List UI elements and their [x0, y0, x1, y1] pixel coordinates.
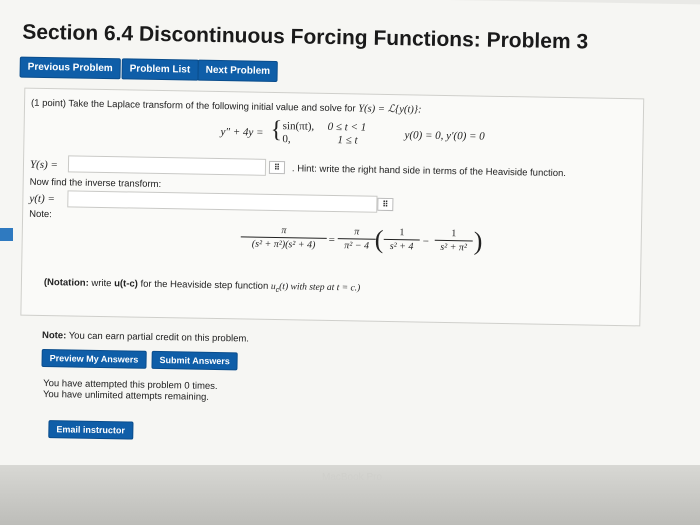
note-fraction-3: 1 s² + 4 [383, 227, 420, 253]
ys-label: Y(s) = [29, 158, 58, 172]
yt-answer-input[interactable] [67, 190, 378, 213]
note-label: Note: [29, 208, 52, 221]
hint-text: . Hint: write the right hand side in ter… [291, 163, 567, 180]
submit-answers-button[interactable]: Submit Answers [151, 350, 238, 371]
partial-credit-note: Note: You can earn partial credit on thi… [41, 329, 250, 345]
note-fraction-4: 1 s² + π² [434, 228, 473, 254]
inverse-prompt: Now find the inverse transform: [29, 176, 162, 191]
equation-editor-icon[interactable]: ⠿ [377, 197, 394, 212]
piece1-cond: 0 ≤ t < 1 [327, 120, 367, 134]
bezel-label: MacBook Pro [322, 472, 383, 483]
note-minus: − [422, 235, 430, 248]
close-paren: ) [473, 226, 483, 256]
piece2-cond: 1 ≤ t [337, 134, 358, 147]
ode-lhs: y″ + 4y = [220, 126, 264, 139]
note-fraction-1: π (s² + π²)(s² + 4) [240, 224, 327, 251]
yt-label: y(t) = [29, 192, 55, 206]
problem-statement: (1 point) Take the Laplace transform of … [30, 97, 422, 116]
note-equals: = [328, 233, 336, 247]
notation-note: (Notation: write u(t-c) for the Heavisid… [43, 276, 361, 294]
note-fraction-2: π π² − 4 [337, 226, 376, 252]
page-title: Section 6.4 Discontinuous Forcing Functi… [22, 20, 589, 54]
equation-editor-icon[interactable]: ⠿ [268, 160, 286, 175]
preview-answers-button[interactable]: Preview My Answers [41, 348, 147, 369]
email-instructor-button[interactable]: Email instructor [48, 420, 134, 440]
problem-list-button[interactable]: Problem List [121, 58, 199, 81]
problem-box: (1 point) Take the Laplace transform of … [20, 87, 645, 327]
side-tab-marker [0, 228, 13, 241]
previous-problem-button[interactable]: Previous Problem [19, 56, 121, 80]
ys-answer-input[interactable] [67, 155, 267, 176]
piece1-expr: sin(πt), [282, 120, 315, 133]
next-problem-button[interactable]: Next Problem [197, 59, 279, 83]
piecewise-brace: { [270, 116, 283, 144]
open-paren: ( [374, 224, 384, 254]
initial-conditions: y(0) = 0, y′(0) = 0 [404, 129, 485, 143]
webwork-page: Section 6.4 Discontinuous Forcing Functi… [0, 0, 700, 485]
piece2-expr: 0, [282, 133, 291, 146]
attempts-line-2: You have unlimited attempts remaining. [42, 388, 210, 403]
